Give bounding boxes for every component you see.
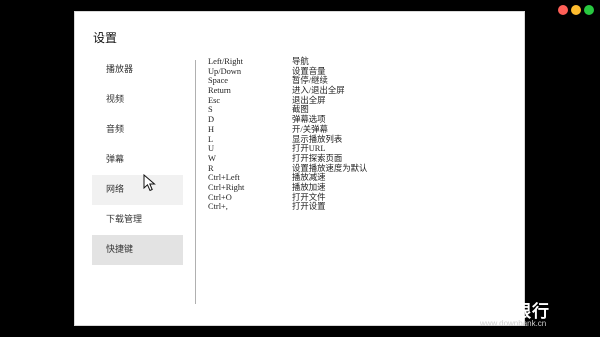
sidebar-divider (195, 60, 196, 304)
shortcut-action: 播放加速 (292, 182, 326, 192)
sidebar-item-danmaku[interactable]: 弹幕 (92, 145, 183, 175)
maximize-window-button[interactable] (584, 5, 594, 15)
shortcut-row: Ctrl+Right 播放加速 (208, 183, 367, 193)
settings-dialog: 设置 播放器 视频 音频 弹幕 网络 下载管理 快捷键 Left/Right 导航… (75, 12, 524, 325)
shortcut-row: Ctrl+Left 播放减速 (208, 173, 367, 183)
shortcut-key: Ctrl+Right (208, 182, 245, 192)
shortcut-key: U (208, 144, 215, 154)
shortcut-action: 开/关弹幕 (292, 124, 328, 134)
shortcut-action: 进入/退出全屏 (292, 86, 345, 96)
shortcut-key: Ctrl+Left (208, 173, 240, 183)
shortcut-row: Esc 退出全屏 (208, 96, 367, 106)
shortcut-key: Ctrl+, (208, 202, 228, 212)
settings-sidebar: 播放器 视频 音频 弹幕 网络 下载管理 快捷键 (92, 55, 183, 265)
shortcut-row: Ctrl+, 打开设置 (208, 202, 367, 212)
shortcut-action: 导航 (292, 57, 309, 66)
shortcut-key: Left/Right (208, 57, 243, 66)
shortcut-action: 设置播放速度为默认 (292, 163, 368, 173)
sidebar-item-video[interactable]: 视频 (92, 85, 183, 115)
shortcut-action: 显示播放列表 (292, 134, 343, 144)
close-window-button[interactable] (558, 5, 568, 15)
minimize-window-button[interactable] (571, 5, 581, 15)
sidebar-item-network[interactable]: 网络 (92, 175, 183, 205)
shortcut-key: Up/Down (208, 66, 242, 76)
sidebar-item-audio[interactable]: 音频 (92, 115, 183, 145)
shortcut-action: 弹幕选项 (292, 115, 326, 125)
shortcut-key: D (208, 115, 215, 125)
shortcut-key: H (208, 124, 215, 134)
watermark-logo-icon (446, 300, 471, 324)
watermark-url: www.downbank.cn (480, 319, 547, 328)
shortcut-row: S 截图 (208, 105, 367, 115)
shortcut-row: H 开/关弹幕 (208, 125, 367, 135)
shortcut-key: S (208, 105, 213, 115)
shortcut-action: 打开探索页面 (292, 153, 343, 163)
shortcut-row: Ctrl+O 打开文件 (208, 193, 367, 203)
shortcut-row: D 弹幕选项 (208, 115, 367, 125)
shortcut-action: 播放减速 (292, 173, 326, 183)
shortcut-row: W 打开探索页面 (208, 154, 367, 164)
shortcut-row: Up/Down 设置音量 (208, 67, 367, 77)
sidebar-item-player[interactable]: 播放器 (92, 55, 183, 85)
shortcut-row: Return 进入/退出全屏 (208, 86, 367, 96)
shortcut-row: L 显示播放列表 (208, 135, 367, 145)
shortcut-key: Return (208, 86, 231, 96)
shortcut-action: 退出全屏 (292, 95, 326, 105)
shortcut-key: W (208, 153, 216, 163)
window-controls (558, 5, 594, 15)
shortcut-action: 打开设置 (292, 202, 326, 212)
shortcut-action: 截图 (292, 105, 309, 115)
shortcut-action: 设置音量 (292, 66, 326, 76)
watermark: 下载银行 www.downbank.cn (443, 297, 593, 331)
shortcut-row: U 打开URL (208, 144, 367, 154)
dialog-title: 设置 (93, 31, 118, 45)
shortcut-action: 打开URL (292, 144, 326, 154)
shortcut-key: R (208, 163, 214, 173)
shortcut-key: Space (208, 76, 228, 86)
shortcut-row: R 设置播放速度为默认 (208, 164, 367, 174)
shortcut-key: Ctrl+O (208, 192, 232, 202)
shortcut-action: 打开文件 (292, 192, 326, 202)
shortcut-key: Esc (208, 95, 221, 105)
shortcut-key: L (208, 134, 214, 144)
shortcut-row: Left/Right 导航 (208, 57, 367, 67)
sidebar-item-shortcuts[interactable]: 快捷键 (92, 235, 183, 265)
sidebar-item-download-manager[interactable]: 下载管理 (92, 205, 183, 235)
shortcut-action: 暂停/继续 (292, 76, 328, 86)
shortcut-row: Space 暂停/继续 (208, 76, 367, 86)
shortcut-list: Left/Right 导航 Up/Down 设置音量 Space 暂停/继续 Retu… (208, 57, 367, 212)
